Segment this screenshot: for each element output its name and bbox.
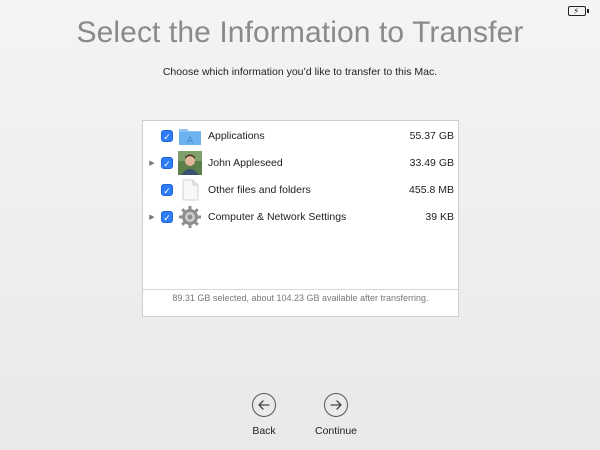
arrow-right-icon[interactable] [324,393,348,417]
continue-label: Continue [314,425,358,437]
checkbox-settings[interactable]: ✓ [161,211,173,223]
item-label: Other files and folders [208,184,311,196]
user-photo-icon [178,151,202,175]
checkbox-user[interactable]: ✓ [161,157,173,169]
item-size: 455.8 MB [409,184,454,196]
back-label: Back [252,425,276,437]
applications-folder-icon: A [178,124,202,148]
item-size: 55.37 GB [409,130,454,142]
item-size: 39 KB [425,211,454,223]
item-label: Applications [208,130,265,142]
disclosure-triangle-icon[interactable]: ▶ [148,213,156,221]
selection-summary: 89.31 GB selected, about 104.23 GB avail… [172,293,429,303]
continue-button[interactable]: Continue [301,393,371,437]
disclosure-triangle-icon[interactable]: ▶ [148,159,156,167]
transfer-list-panel: ✓ A Applications 55.37 GB ▶ ✓ John Apple… [142,120,459,317]
back-button[interactable]: Back [229,393,299,437]
gear-icon [178,205,202,229]
page-title: Select the Information to Transfer [76,16,524,49]
item-label: Computer & Network Settings [208,211,347,223]
svg-text:A: A [187,136,194,146]
checkbox-applications[interactable]: ✓ [161,130,173,142]
list-item-applications[interactable]: ✓ A Applications 55.37 GB [143,123,458,149]
list-item-user[interactable]: ▶ ✓ John Appleseed 33.49 GB [143,150,458,176]
page-subtitle: Choose which information you’d like to t… [162,66,438,78]
document-icon [178,178,202,202]
divider [143,289,458,290]
item-label: John Appleseed [208,157,283,169]
arrow-left-icon[interactable] [252,393,276,417]
list-item-other-files[interactable]: ✓ Other files and folders 455.8 MB [143,177,458,203]
list-item-settings[interactable]: ▶ ✓ Computer & Network Settings 39 KB [143,204,458,230]
item-size: 33.49 GB [409,157,454,169]
checkbox-other-files[interactable]: ✓ [161,184,173,196]
battery-charging-icon: ⚡ [568,6,589,16]
